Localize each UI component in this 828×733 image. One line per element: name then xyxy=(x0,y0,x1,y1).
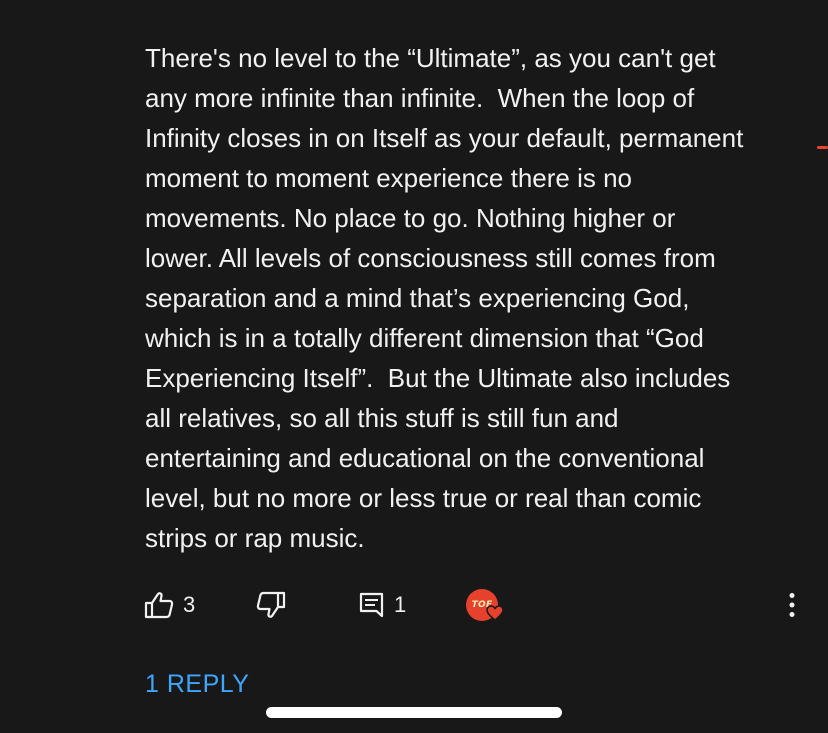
comment-line: separation and a mind that’s experiencin… xyxy=(145,283,690,313)
reply-comment-icon xyxy=(359,592,384,618)
view-replies-link[interactable]: 1 REPLY xyxy=(145,670,249,699)
comment-action-bar: 3 1 TOE xyxy=(0,580,828,630)
comment-line: moment to moment experience there is no xyxy=(145,163,633,193)
comment-line: strips or rap music. xyxy=(145,523,365,553)
home-indicator[interactable] xyxy=(266,707,562,718)
comment-line: any more infinite than infinite. When th… xyxy=(145,83,695,113)
comment-line: lower. All levels of consciousness still… xyxy=(145,243,716,273)
comment-line: Experiencing Itself”. But the Ultimate a… xyxy=(145,363,731,393)
comment-line: There's no level to the “Ultimate”, as y… xyxy=(145,43,716,73)
creator-avatar: TOE xyxy=(466,589,504,621)
comment-line: movements. No place to go. Nothing highe… xyxy=(145,203,676,233)
thumbs-down-icon xyxy=(256,591,286,618)
comment-line: level, but no more or less true or real … xyxy=(145,483,702,513)
heart-icon xyxy=(486,605,504,621)
reply-button[interactable]: 1 xyxy=(359,580,406,630)
thumbs-up-icon xyxy=(144,592,174,619)
creator-heart: TOE xyxy=(466,580,504,630)
comment-text: There's no level to the “Ultimate”, as y… xyxy=(145,38,805,558)
reply-count: 1 xyxy=(394,592,407,617)
comment-line: all relatives, so all this stuff is stil… xyxy=(145,403,619,433)
comment-line: which is in a totally different dimensio… xyxy=(145,323,704,353)
like-button[interactable]: 3 xyxy=(144,580,195,630)
like-count: 3 xyxy=(183,592,196,617)
comment-line: entertaining and educational on the conv… xyxy=(145,443,705,473)
more-options-button[interactable] xyxy=(780,580,804,630)
dislike-button[interactable] xyxy=(256,580,286,630)
edge-marker xyxy=(817,146,828,149)
more-vertical-icon xyxy=(789,593,795,617)
comment-line: Infinity closes in on Itself as your def… xyxy=(145,123,744,153)
